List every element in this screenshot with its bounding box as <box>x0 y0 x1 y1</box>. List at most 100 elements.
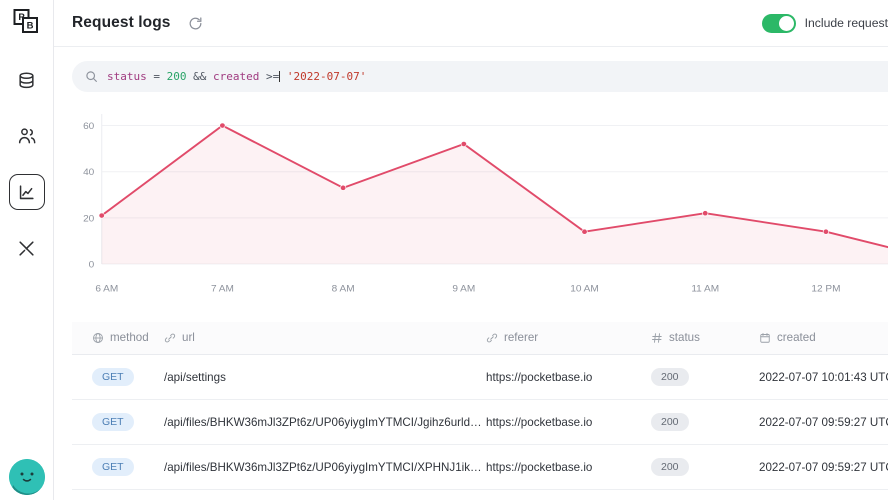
cell-url: /api/files/BHKW36mJl3ZPt6z/UP06yiygImYTM… <box>164 444 486 490</box>
refresh-button[interactable] <box>185 12 207 34</box>
cell-status: 200 <box>651 399 759 445</box>
requests-area-chart: 0 20 40 60 <box>83 114 888 271</box>
logs-table: method url referer status created GET /a… <box>72 322 888 500</box>
status-badge: 200 <box>651 368 689 386</box>
avatar[interactable] <box>9 459 45 495</box>
svg-text:P: P <box>18 12 25 23</box>
chart-data-point <box>340 184 347 191</box>
cell-method: GET <box>72 444 164 490</box>
cell-method: GET <box>72 489 164 500</box>
method-badge: GET <box>92 413 134 431</box>
cell-url: /api/files/B… <box>164 489 486 500</box>
cell-created: 2022-07-07 09:59:27 UTC <box>759 399 888 445</box>
chart-x-tick-label: 10 AM <box>570 284 599 295</box>
table-row[interactable]: GET/api/files/BHKW36mJl3ZPt6z/UP06yiygIm… <box>72 399 888 445</box>
chart-x-tick-label: 12 PM <box>811 284 840 295</box>
search-input[interactable]: status = 200 && created >= '2022-07-07' <box>107 70 885 83</box>
query-token-str: '2022-07-07' <box>280 70 367 83</box>
query-token-amp: && <box>186 70 213 83</box>
topbar: Request logs Include requests by admins <box>54 0 888 47</box>
app-logo[interactable]: P B <box>10 6 44 40</box>
column-label-referer: referer <box>504 331 539 344</box>
table-header-row: method url referer status created <box>72 322 888 355</box>
chart-y-tick-label: 60 <box>83 121 95 132</box>
cell-referer: https://pocketbase.io <box>486 354 651 400</box>
table-row[interactable]: GET/api/files/BHKW36mJl3ZPt6z/UP06yiygIm… <box>72 444 888 490</box>
cell-status: 200 <box>651 444 759 490</box>
column-label-status: status <box>669 331 700 344</box>
page-title: Request logs <box>72 14 171 31</box>
status-badge: 200 <box>651 458 689 476</box>
sidebar-item-settings[interactable] <box>9 230 45 266</box>
table-row[interactable]: GET/api/files/B… <box>72 489 888 500</box>
query-token-op: = <box>146 70 167 83</box>
include-admins-label: Include requests by admins <box>804 16 888 30</box>
sidebar: P B <box>0 0 54 500</box>
topbar-right: Include requests by admins <box>761 13 888 33</box>
sidebar-item-logs[interactable] <box>8 174 45 210</box>
cell-referer <box>486 489 651 500</box>
cell-method: GET <box>72 354 164 400</box>
cell-created <box>759 489 888 500</box>
method-badge: GET <box>92 458 134 476</box>
toggle-knob <box>778 15 794 31</box>
cell-referer: https://pocketbase.io <box>486 444 651 490</box>
tools-icon <box>19 240 34 256</box>
column-header-url[interactable]: url <box>164 322 486 355</box>
cell-status <box>651 489 759 500</box>
query-token-op: >= <box>259 70 280 83</box>
chart-y-tick-label: 20 <box>83 214 95 225</box>
sidebar-item-collections[interactable] <box>9 62 45 98</box>
chart-y-tick-label: 0 <box>89 260 95 271</box>
avatar-face-icon <box>9 459 45 495</box>
database-icon <box>19 71 34 88</box>
sidebar-item-users[interactable] <box>9 118 45 154</box>
column-header-method[interactable]: method <box>72 322 164 355</box>
table-row[interactable]: GET/api/settings https://pocketbase.io 200… <box>72 354 888 400</box>
log-count: 217 logs <box>54 296 888 314</box>
chart-data-point <box>702 210 709 217</box>
column-header-referer[interactable]: referer <box>486 322 651 355</box>
calendar-icon <box>760 332 770 343</box>
main-panel: Request logs Include requests by admins <box>54 0 888 500</box>
app-root: P B Request logs Include request status … <box>0 0 888 500</box>
query-token-field: status <box>107 70 147 83</box>
chart-data-point <box>98 212 105 219</box>
globe-icon <box>93 332 103 343</box>
chart-x-tick-label: 6 AM <box>95 284 118 295</box>
chart-data-point <box>219 122 226 129</box>
chart-x-tick-label: 7 AM <box>211 284 234 295</box>
table-head: method url referer status created <box>72 322 888 355</box>
chart-x-axis-labels: 6 AM7 AM8 AM9 AM10 AM11 AM12 PM1 PM <box>95 284 840 295</box>
users-icon <box>18 128 35 144</box>
table-body: GET/api/settings https://pocketbase.io 200… <box>72 354 888 500</box>
search-icon <box>85 70 98 83</box>
link-icon <box>486 333 498 342</box>
chart-data-point <box>581 228 588 235</box>
column-header-created[interactable]: created <box>759 322 888 355</box>
search-section: status = 200 && created >= '2022-07-07' … <box>54 47 888 92</box>
search-bar[interactable]: status = 200 && created >= '2022-07-07' … <box>72 61 888 92</box>
cell-method: GET <box>72 399 164 445</box>
status-badge: 200 <box>651 413 689 431</box>
query-token-num: 200 <box>166 70 187 83</box>
hash-icon <box>652 332 662 343</box>
column-header-status[interactable]: status <box>651 322 759 355</box>
cell-status: 200 <box>651 354 759 400</box>
chart-area-fill <box>101 125 888 264</box>
link-icon <box>164 333 176 342</box>
column-label-created: created <box>777 331 816 344</box>
url-text: /api/files/BHKW36mJl3ZPt6z/UP06yiygImYTM… <box>164 460 486 474</box>
logs-table-wrap: method url referer status created GET /a… <box>54 314 888 500</box>
cell-url: /api/settings <box>164 354 486 400</box>
url-text: /api/files/BHKW36mJl3ZPt6z/UP06yiygImYTM… <box>164 415 486 429</box>
chart-line-icon <box>19 184 34 199</box>
query-token-field: created <box>213 70 260 83</box>
chart-x-tick-label: 8 AM <box>332 284 355 295</box>
column-label-method: method <box>110 331 149 344</box>
chart-data-point <box>822 228 830 235</box>
chart-x-tick-label: 9 AM <box>452 284 475 295</box>
method-badge: GET <box>92 368 134 386</box>
pocketbase-logo-icon: P B <box>13 9 38 33</box>
include-admins-toggle[interactable] <box>761 13 796 33</box>
